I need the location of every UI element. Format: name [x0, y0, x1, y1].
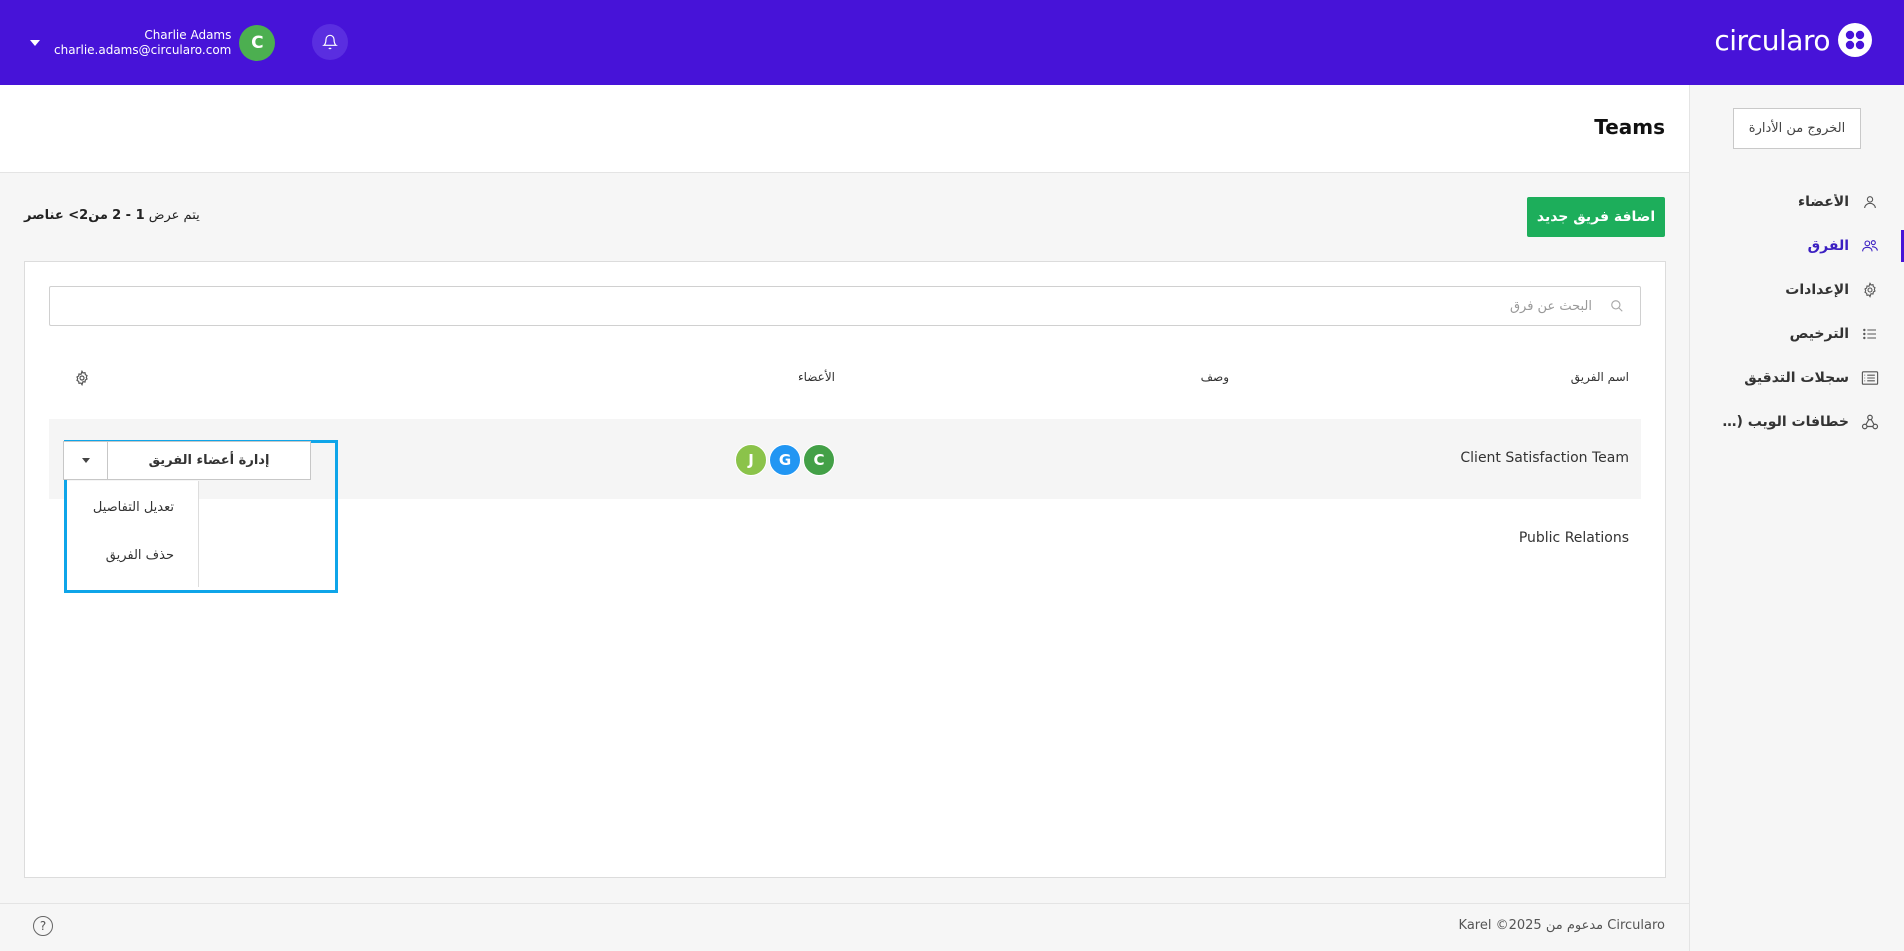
sidebar-item-webhooks[interactable]: خطافات الويب (Webhooks) — [1689, 400, 1904, 444]
menu-item-edit-details[interactable]: تعديل التفاصيل — [67, 485, 198, 529]
showing-prefix: يتم عرض — [148, 208, 200, 223]
manage-members-button[interactable]: إدارة أعضاء الفريق — [108, 442, 310, 479]
manage-members-split-button[interactable]: إدارة أعضاء الفريق — [63, 441, 311, 480]
search-box[interactable] — [49, 286, 1641, 326]
user-email: charlie.adams@circularo.com — [54, 43, 232, 57]
chevron-down-icon[interactable] — [30, 40, 40, 46]
showing-range: 1 - 2 — [112, 208, 145, 223]
member-avatar[interactable]: C — [803, 444, 835, 476]
page-header: Teams — [0, 85, 1689, 173]
footer-text: Karel ©2025 مدعوم من Circularo — [1458, 918, 1665, 933]
dropdown-toggle[interactable] — [64, 442, 108, 479]
top-bar: Charlie Adams charlie.adams@circularo.co… — [0, 0, 1904, 85]
column-settings-gear-icon[interactable] — [74, 370, 90, 386]
sidebar-item-label: سجلات التدقيق — [1744, 370, 1849, 386]
add-team-button[interactable]: اضافة فريق جديد — [1527, 197, 1665, 237]
team-name[interactable]: Public Relations — [1519, 530, 1629, 546]
sidebar-item-label: الترخيص — [1789, 326, 1849, 342]
footer: ? Karel ©2025 مدعوم من Circularo — [0, 903, 1689, 951]
team-name[interactable]: Client Satisfaction Team — [1460, 450, 1629, 466]
sidebar-item-settings[interactable]: الإعدادات — [1689, 268, 1904, 312]
column-header-description[interactable]: وصف — [1201, 370, 1229, 384]
sidebar-item-license[interactable]: الترخيص — [1689, 312, 1904, 356]
menu-item-delete-team[interactable]: حذف الفريق — [67, 533, 198, 577]
user-menu[interactable]: Charlie Adams charlie.adams@circularo.co… — [30, 25, 276, 61]
avatar[interactable]: C — [239, 25, 276, 61]
search-icon — [1611, 300, 1623, 312]
gear-icon — [1861, 281, 1879, 299]
sidebar-item-label: خطافات الويب (Webhooks) — [1721, 414, 1849, 430]
notifications-button[interactable] — [312, 24, 348, 60]
column-header-members[interactable]: الأعضاء — [798, 370, 835, 384]
sidebar-item-label: الإعدادات — [1785, 282, 1849, 298]
log-icon — [1861, 369, 1879, 387]
sidebar-item-teams[interactable]: الفرق — [1689, 224, 1904, 268]
help-icon[interactable]: ? — [33, 916, 53, 936]
search-input[interactable] — [50, 287, 1640, 325]
items-count: يتم عرض 1 - 2 من2> عناصر — [24, 208, 200, 223]
showing-total: 2 — [79, 208, 89, 223]
sidebar-item-members[interactable]: الأعضاء — [1689, 180, 1904, 224]
sidebar-item-audit-logs[interactable]: سجلات التدقيق — [1689, 356, 1904, 400]
list-icon — [1861, 325, 1879, 343]
showing-of: من — [88, 208, 108, 223]
sidebar-nav: الأعضاء الفرق الإعدادات الترخيص سجلات ال… — [1689, 180, 1904, 444]
page-title: Teams — [1594, 115, 1665, 139]
showing-suffix: > عناصر — [24, 208, 80, 223]
user-name: Charlie Adams — [144, 28, 232, 42]
user-icon — [1861, 193, 1879, 211]
users-icon — [1861, 237, 1879, 255]
member-avatar[interactable]: G — [769, 444, 801, 476]
sidebar-item-label: الفرق — [1807, 238, 1849, 254]
sidebar: الخروج من الأدارة الأعضاء الفرق الإعدادا… — [1689, 85, 1904, 951]
bell-icon — [322, 34, 338, 50]
column-header-team-name[interactable]: اسم الفريق — [1571, 370, 1629, 384]
logo-icon — [1838, 23, 1872, 57]
sidebar-item-label: الأعضاء — [1798, 194, 1849, 210]
chevron-down-icon — [81, 458, 90, 463]
user-info[interactable]: Charlie Adams charlie.adams@circularo.co… — [54, 28, 231, 58]
exit-admin-button[interactable]: الخروج من الأدارة — [1733, 108, 1861, 149]
logo-text: circularo — [1714, 23, 1830, 57]
logo[interactable]: circularo — [1714, 23, 1872, 57]
member-avatar[interactable]: J — [735, 444, 767, 476]
actions-dropdown-menu: تعديل التفاصيل حذف الفريق — [67, 481, 199, 587]
member-avatars: C G J — [735, 444, 835, 476]
webhook-icon — [1861, 413, 1879, 431]
